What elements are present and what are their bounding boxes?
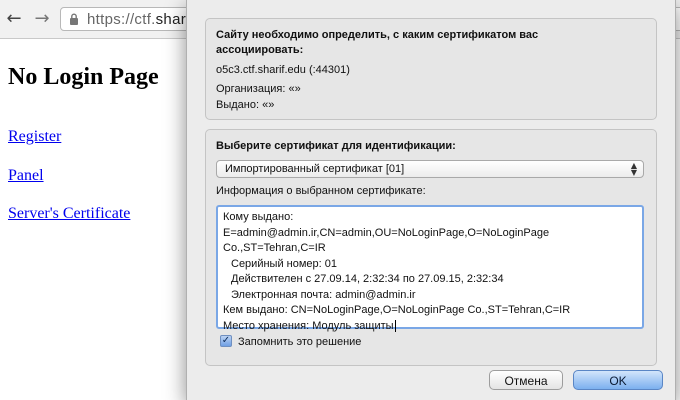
forward-button[interactable]: →: [28, 8, 56, 30]
certificate-dialog: Сайту необходимо определить, с каким сер…: [186, 0, 676, 400]
details-line: Кем выдано: CN=NoLoginPage,O=NoLoginPage…: [223, 304, 571, 316]
panel-link[interactable]: Panel: [8, 167, 44, 185]
cancel-button[interactable]: Отмена: [489, 370, 563, 390]
url-prefix: https://ctf.: [87, 11, 156, 28]
certificate-select-value: Импортированный сертификат [01]: [225, 163, 405, 175]
forward-arrow-icon: →: [34, 8, 50, 29]
register-link[interactable]: Register: [8, 128, 61, 146]
ok-button[interactable]: OK: [573, 370, 663, 390]
lock-icon: [70, 13, 78, 25]
details-label: Информация о выбранном сертификате:: [216, 185, 426, 197]
remember-label: Запомнить это решение: [238, 336, 362, 348]
checkmark-icon: ✓: [221, 335, 231, 346]
details-line-last: Место хранения: Модуль защиты: [223, 319, 637, 335]
details-line-text: Место хранения: Модуль защиты: [223, 319, 394, 332]
certificate-select-box: Выберите сертификат для идентификации: И…: [205, 129, 657, 366]
request-info-box: Сайту необходимо определить, с каким сер…: [205, 18, 657, 120]
up-down-arrows-icon: ▲ ▼: [630, 161, 637, 177]
page-title: No Login Page: [8, 64, 159, 90]
details-line: Co.,ST=Tehran,C=IR: [223, 242, 326, 254]
request-issued-by: Выдано: «»: [216, 99, 275, 111]
request-organization: Организация: «»: [216, 83, 301, 95]
certificate-select[interactable]: Импортированный сертификат [01] ▲ ▼: [216, 160, 644, 178]
back-button[interactable]: ←: [0, 8, 28, 30]
url-text: https://ctf.sharif.: [87, 11, 199, 28]
request-host: o5c3.ctf.sharif.edu (:44301): [216, 64, 350, 76]
details-line: Электронная почта: admin@admin.ir: [231, 288, 416, 301]
details-line: Действителен с 27.09.14, 2:32:34 по 27.0…: [231, 273, 504, 285]
back-arrow-icon: ←: [6, 8, 22, 29]
server-certificate-link[interactable]: Server's Certificate: [8, 205, 130, 223]
details-line: Кому выдано:: [223, 211, 294, 223]
request-heading-line2: ассоциировать:: [216, 44, 304, 56]
select-label: Выберите сертификат для идентификации:: [216, 140, 456, 152]
certificate-details-textarea[interactable]: Кому выдано: E=admin@admin.ir,CN=admin,O…: [216, 205, 644, 332]
request-heading-line1: Сайту необходимо определить, с каким сер…: [216, 29, 539, 41]
details-line: E=admin@admin.ir,CN=admin,OU=NoLoginPage…: [223, 226, 550, 239]
details-line: Серийный номер: 01: [231, 257, 337, 270]
remember-checkbox[interactable]: ✓: [220, 335, 232, 347]
text-cursor: [394, 319, 396, 332]
